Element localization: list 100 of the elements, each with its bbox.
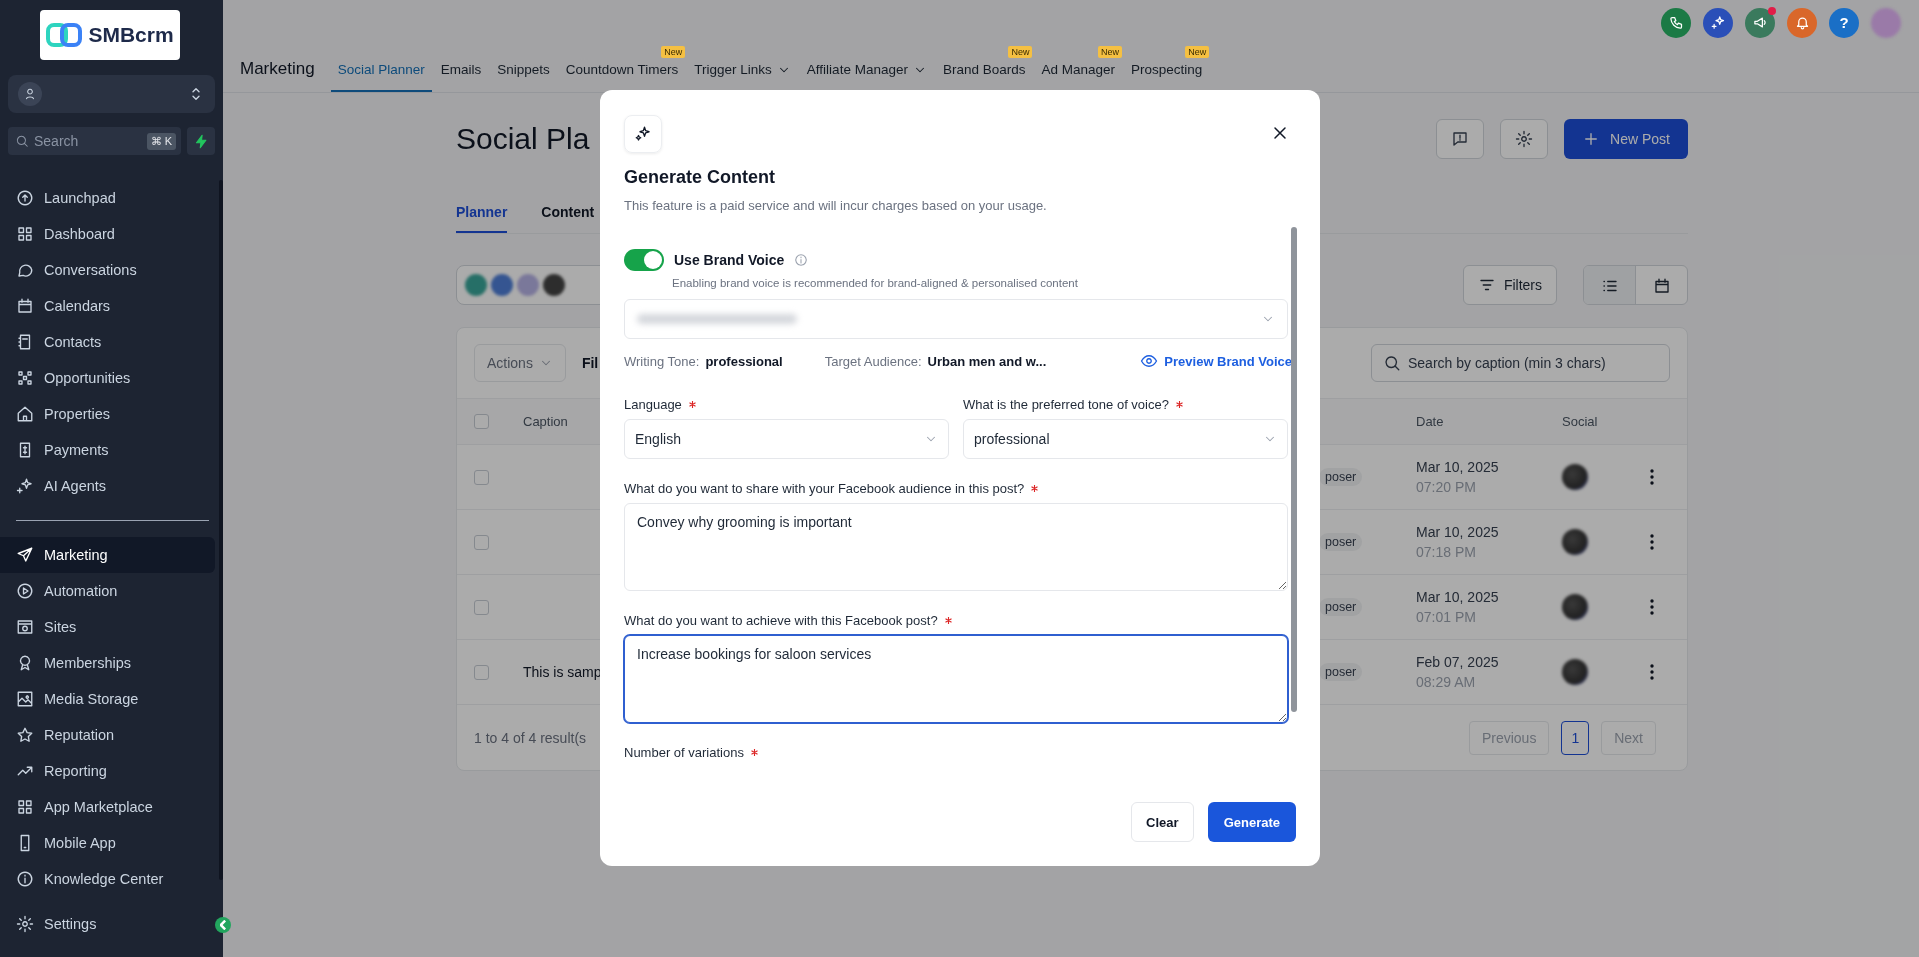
more-button[interactable]: [1650, 599, 1654, 615]
select-field[interactable]: professional: [963, 419, 1288, 459]
phone-button[interactable]: [1661, 7, 1691, 38]
nav-tab[interactable]: Affiliate Manager: [799, 59, 934, 80]
sidebar-item[interactable]: Dashboard: [0, 216, 215, 252]
nav-tab[interactable]: Countdown Timers: [558, 59, 686, 80]
sidebar-item[interactable]: Automation: [0, 573, 215, 609]
sidebar-item[interactable]: Marketing: [0, 537, 215, 573]
clear-button[interactable]: Clear: [1131, 802, 1194, 842]
more-icon: [1650, 599, 1654, 615]
sidebar-item[interactable]: Calendars: [0, 288, 215, 324]
new-badge: New: [1185, 46, 1210, 58]
select-field[interactable]: English: [624, 419, 949, 459]
preview-brand-voice-link[interactable]: Preview Brand Voice: [1140, 352, 1292, 370]
sidebar-item[interactable]: Memberships: [0, 645, 215, 681]
date-cell-text: Feb 07, 2025: [1416, 654, 1500, 670]
row-checkbox[interactable]: [474, 664, 489, 680]
nav-tab[interactable]: Snippets: [490, 59, 557, 80]
sparkle-icon: [1710, 15, 1726, 30]
page-tab[interactable]: Planner: [456, 193, 508, 233]
section-title: Marketing: [240, 58, 315, 79]
row-checkbox[interactable]: [474, 469, 489, 485]
nav-tab[interactable]: Trigger Links: [687, 59, 798, 80]
settings-icon: [1515, 130, 1534, 148]
sparkle-button[interactable]: [1703, 7, 1733, 38]
sidebar-item[interactable]: Mobile App: [0, 825, 215, 861]
nav-tab[interactable]: Brand Boards: [935, 59, 1033, 80]
bell-button[interactable]: [1787, 7, 1817, 38]
filters-button[interactable]: Filters: [1462, 265, 1557, 305]
search-icon: [1383, 354, 1401, 372]
image-icon: [16, 690, 34, 708]
sparkle-icon: [16, 477, 34, 495]
megaphone-button[interactable]: [1745, 7, 1775, 38]
sidebar-item[interactable]: Opportunities: [0, 360, 215, 396]
info-icon: [794, 253, 809, 267]
sidebar-item[interactable]: AI Agents: [0, 468, 215, 504]
avatar: [543, 274, 565, 296]
scrollbar[interactable]: [219, 180, 223, 880]
caption-search-field[interactable]: Search by caption (min 3 chars): [1371, 344, 1670, 382]
brand-voice-toggle[interactable]: [624, 249, 664, 271]
sidebar-item[interactable]: Reporting: [0, 753, 215, 789]
nav-tab[interactable]: Emails: [433, 59, 489, 80]
new-badge: New: [1098, 46, 1123, 58]
text-area[interactable]: Convey why grooming is important: [624, 503, 1288, 591]
filter-label: Fil: [581, 355, 599, 371]
sidebar-item[interactable]: Launchpad: [0, 180, 215, 216]
row-checkbox[interactable]: [474, 534, 489, 550]
nav-tab[interactable]: Social Planner: [330, 59, 432, 80]
page-number[interactable]: 1: [1561, 720, 1590, 755]
social-avatar: [1562, 529, 1588, 555]
sidebar-item[interactable]: Reputation: [0, 717, 215, 753]
nodes-icon: [16, 369, 34, 387]
info-icon: [16, 870, 34, 888]
sidebar-item[interactable]: Contacts: [0, 324, 215, 360]
collapse-button[interactable]: [215, 917, 231, 933]
row-checkbox[interactable]: [474, 599, 489, 615]
new-post-button[interactable]: New Post: [1564, 119, 1688, 159]
post-type-tag: poser: [1319, 468, 1363, 486]
actions-dropdown[interactable]: Actions: [474, 344, 566, 382]
sidebar-item[interactable]: Settings: [0, 906, 215, 942]
nav-tab[interactable]: Ad Manager: [1034, 59, 1123, 80]
grid-icon: [16, 225, 34, 243]
sidebar-item[interactable]: Sites: [0, 609, 215, 645]
audience-label: Target Audience:: [824, 353, 922, 369]
sidebar-item[interactable]: Conversations: [0, 252, 215, 288]
sidebar-item[interactable]: Payments: [0, 432, 215, 468]
field-label: Language: [624, 397, 682, 412]
settings-button[interactable]: [1500, 119, 1549, 159]
scrollbar[interactable]: [1291, 227, 1297, 712]
toggle-label: Use Brand Voice: [674, 252, 785, 268]
sidebar-item[interactable]: Knowledge Center: [0, 861, 215, 897]
logo: SMBcrm: [40, 10, 180, 60]
select-all-checkbox[interactable]: [474, 414, 489, 429]
more-button[interactable]: [1650, 664, 1654, 680]
generate-button[interactable]: Generate: [1207, 802, 1296, 842]
more-button[interactable]: [1650, 534, 1654, 550]
sidebar-item[interactable]: Properties: [0, 396, 215, 432]
apps-icon: [16, 798, 34, 816]
avatar: [517, 274, 539, 296]
time-cell-text: 08:29 AM: [1416, 674, 1477, 690]
new-badge: New: [661, 46, 686, 58]
feedback-icon: [1451, 130, 1470, 148]
location-switcher[interactable]: [8, 75, 215, 113]
writing-tone-label: Writing Tone:: [624, 353, 700, 369]
help-button[interactable]: ?: [1829, 7, 1859, 38]
sidebar-item[interactable]: App Marketplace: [0, 789, 215, 825]
more-button[interactable]: [1650, 469, 1654, 485]
send-icon: [16, 546, 34, 564]
quick-action-button[interactable]: [187, 127, 215, 155]
nav-tab[interactable]: Prospecting: [1124, 59, 1210, 80]
page-tab[interactable]: Content: [541, 193, 595, 233]
feedback-button[interactable]: [1436, 119, 1485, 159]
field-label: What is the preferred tone of voice?: [963, 397, 1169, 412]
text-area[interactable]: Increase bookings for saloon services: [624, 635, 1288, 723]
search-icon: [15, 134, 29, 148]
date-cell-text: Mar 10, 2025: [1416, 459, 1500, 475]
date-cell-text: Mar 10, 2025: [1416, 589, 1500, 605]
sidebar-item[interactable]: Media Storage: [0, 681, 215, 717]
list-view-button[interactable]: [1584, 266, 1635, 304]
caption-cell: This is samp: [523, 664, 602, 680]
